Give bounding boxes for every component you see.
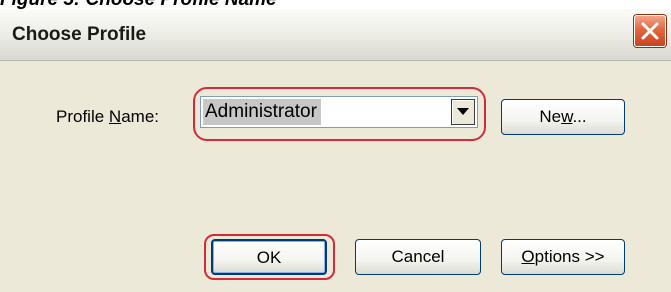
- profile-selected-value: Administrator: [203, 99, 321, 125]
- close-icon: [641, 22, 659, 40]
- dialog-title: Choose Profile: [12, 24, 147, 45]
- dropdown-arrow-button[interactable]: [451, 99, 475, 125]
- new-button-label-mnemonic: w: [561, 107, 573, 126]
- options-button-label-mnemonic: O: [521, 247, 535, 266]
- profile-name-label-suffix: ame:: [121, 107, 159, 126]
- options-button[interactable]: Options >>: [501, 239, 625, 275]
- profile-name-label-prefix: Profile: [56, 107, 109, 126]
- title-bar[interactable]: Choose Profile: [0, 9, 671, 61]
- ok-button[interactable]: OK: [211, 239, 327, 275]
- new-button-label-suffix: ...: [572, 107, 587, 126]
- cancel-button[interactable]: Cancel: [355, 239, 481, 275]
- profile-name-label-mnemonic: N: [108, 107, 122, 126]
- close-button[interactable]: [634, 15, 666, 47]
- new-profile-button[interactable]: New...: [501, 99, 625, 135]
- profile-name-label: Profile Name:: [56, 106, 159, 128]
- options-button-label-suffix: ptions >>: [534, 247, 605, 266]
- profile-name-dropdown[interactable]: Administrator: [200, 96, 478, 128]
- chevron-down-icon: [457, 108, 469, 115]
- new-button-label-prefix: Ne: [539, 107, 562, 126]
